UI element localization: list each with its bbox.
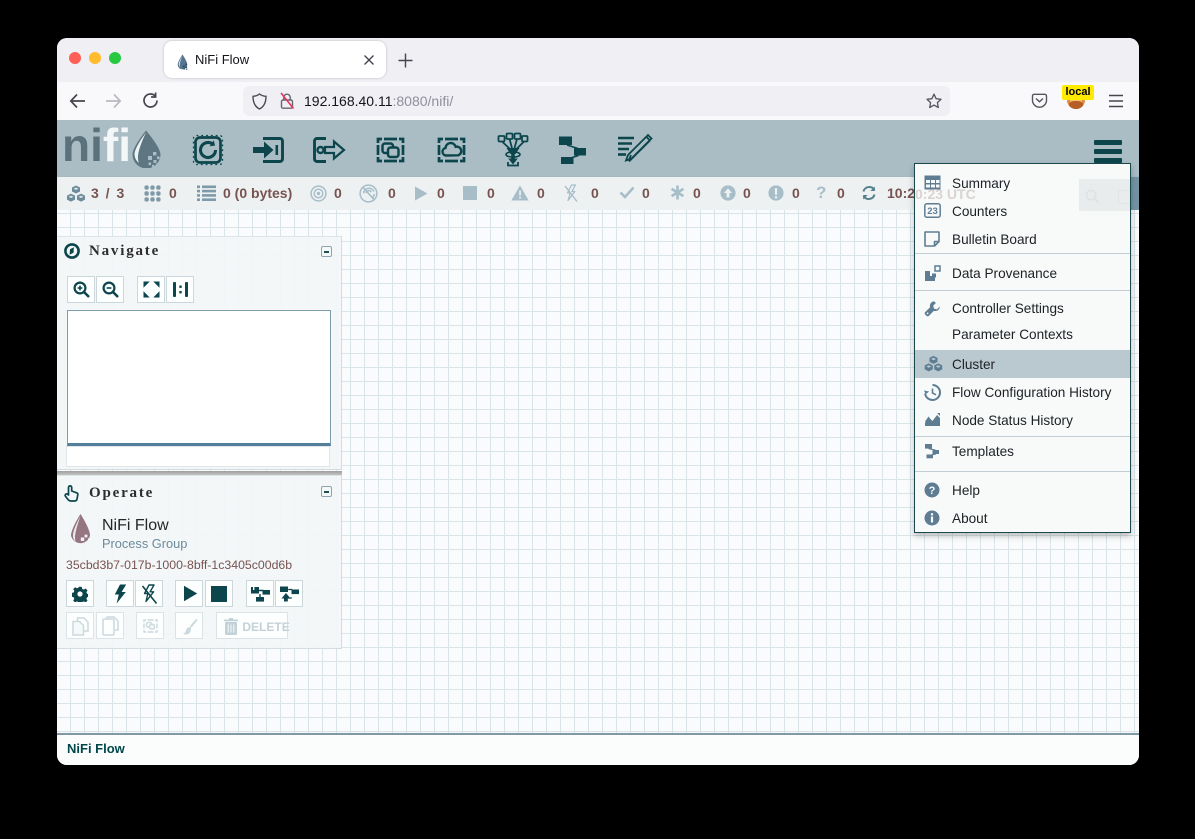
svg-text:?: ?: [929, 485, 936, 497]
svg-text:23: 23: [927, 206, 938, 217]
